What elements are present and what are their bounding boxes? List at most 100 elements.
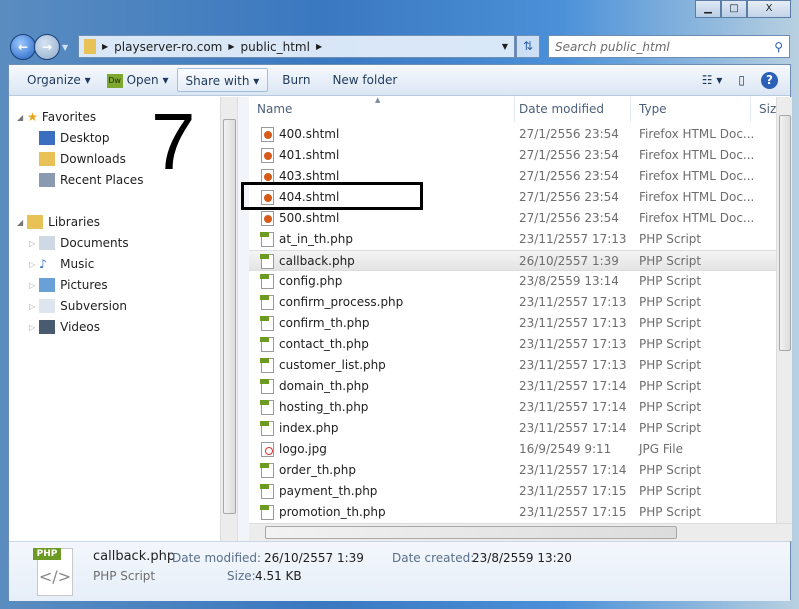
preview-pane-button[interactable]: ▯ bbox=[730, 68, 753, 92]
file-row[interactable]: 500.shtml 27/1/2556 23:54 Firefox HTML D… bbox=[249, 208, 776, 229]
firefox-html-icon bbox=[261, 211, 274, 226]
forward-button[interactable]: → bbox=[34, 34, 60, 60]
view-options-button[interactable]: ☷ ▾ bbox=[694, 68, 731, 92]
file-row[interactable]: confirm_th.php 23/11/2557 17:13 PHP Scri… bbox=[249, 313, 776, 334]
file-date: 23/11/2557 17:15 bbox=[519, 505, 627, 519]
file-type: Firefox HTML Doc... bbox=[639, 169, 755, 183]
breadcrumb-public-html[interactable]: public_html bbox=[241, 40, 310, 54]
recent-pages-dropdown[interactable]: ▼ bbox=[62, 43, 68, 52]
file-row[interactable]: customer_list.php 23/11/2557 17:13 PHP S… bbox=[249, 355, 776, 376]
file-name: customer_list.php bbox=[279, 358, 386, 372]
detail-file-type: PHP Script bbox=[93, 569, 156, 583]
file-row[interactable]: hosting_th.php 23/11/2557 17:14 PHP Scri… bbox=[249, 397, 776, 418]
column-label: Name bbox=[257, 102, 293, 116]
search-icon[interactable]: ⚲ bbox=[774, 40, 783, 54]
file-name: confirm_process.php bbox=[279, 295, 404, 309]
php-file-icon bbox=[260, 400, 274, 415]
sidebar-item-downloads[interactable]: Downloads bbox=[39, 149, 126, 169]
new-folder-button[interactable]: New folder bbox=[324, 68, 405, 92]
file-date: 16/9/2549 9:11 bbox=[519, 442, 612, 456]
minimize-button[interactable]: ▁ bbox=[695, 0, 721, 18]
sidebar-item-label: Recent Places bbox=[60, 173, 144, 187]
breadcrumb-playserver[interactable]: playserver-ro.com bbox=[114, 40, 222, 54]
help-button[interactable]: ? bbox=[753, 68, 786, 92]
file-name: 401.shtml bbox=[279, 148, 340, 162]
sidebar-item-documents[interactable]: ▷ Documents bbox=[29, 233, 129, 253]
sidebar-libraries[interactable]: ◢ Libraries bbox=[17, 212, 100, 232]
file-row[interactable]: index.php 23/11/2557 17:14 PHP Script bbox=[249, 418, 776, 439]
php-badge: PHP bbox=[33, 548, 61, 560]
back-button[interactable]: ← bbox=[10, 34, 36, 60]
file-row[interactable]: promotion_th.php 23/11/2557 17:15 PHP Sc… bbox=[249, 502, 776, 523]
column-header-size[interactable]: Size bbox=[751, 97, 776, 122]
file-row[interactable]: contact_th.php 23/11/2557 17:13 PHP Scri… bbox=[249, 334, 776, 355]
horizontal-scroll-thumb[interactable] bbox=[265, 526, 677, 539]
file-date: 23/11/2557 17:14 bbox=[519, 463, 627, 477]
breadcrumb-arrow[interactable]: ▶ bbox=[228, 42, 234, 51]
file-type: PHP Script bbox=[639, 316, 702, 330]
address-bar[interactable]: ▶ playserver-ro.com ▶ public_html ▶ ▼ bbox=[78, 35, 515, 58]
explorer-frame: Organize ▾ Dw Open ▾ Share with ▾ Burn Ne… bbox=[8, 64, 792, 601]
breadcrumb-arrow[interactable]: ▶ bbox=[316, 42, 322, 51]
folder-icon bbox=[84, 39, 96, 54]
sidebar-item-subversion[interactable]: ▷ Subversion bbox=[29, 296, 127, 316]
sidebar-item-label: Documents bbox=[60, 236, 129, 250]
file-date: 23/11/2557 17:13 bbox=[519, 232, 627, 246]
sidebar-scroll-thumb[interactable] bbox=[223, 119, 236, 514]
burn-button[interactable]: Burn bbox=[274, 68, 318, 92]
file-row[interactable]: confirm_process.php 23/11/2557 17:13 PHP… bbox=[249, 292, 776, 313]
sidebar-favorites[interactable]: ◢ ★ Favorites bbox=[17, 107, 96, 127]
address-dropdown[interactable]: ▼ bbox=[502, 42, 508, 51]
breadcrumb-arrow[interactable]: ▶ bbox=[102, 42, 108, 51]
refresh-button[interactable]: ⇅ bbox=[516, 35, 540, 58]
file-name: contact_th.php bbox=[279, 337, 369, 351]
file-name: 400.shtml bbox=[279, 127, 340, 141]
step-annotation: 7 bbox=[151, 97, 196, 186]
pane-divider[interactable] bbox=[237, 97, 249, 541]
file-row[interactable]: at_in_th.php 23/11/2557 17:13 PHP Script bbox=[249, 229, 776, 250]
search-input[interactable]: Search public_html ⚲ bbox=[548, 35, 790, 58]
close-button[interactable]: X bbox=[747, 0, 791, 18]
file-date: 23/11/2557 17:15 bbox=[519, 484, 627, 498]
file-row[interactable]: 400.shtml 27/1/2556 23:54 Firefox HTML D… bbox=[249, 124, 776, 145]
file-name: confirm_th.php bbox=[279, 316, 370, 330]
share-with-button[interactable]: Share with ▾ bbox=[176, 68, 269, 92]
dreamweaver-icon: Dw bbox=[106, 73, 123, 88]
organize-button[interactable]: Organize ▾ bbox=[19, 68, 99, 92]
sidebar-item-desktop[interactable]: Desktop bbox=[39, 128, 110, 148]
window-controls: ▁ □ X bbox=[695, 0, 791, 18]
maximize-button[interactable]: □ bbox=[721, 0, 747, 18]
sidebar-item-label: Pictures bbox=[60, 278, 108, 292]
file-row[interactable]: domain_th.php 23/11/2557 17:14 PHP Scrip… bbox=[249, 376, 776, 397]
file-list-scrollbar[interactable] bbox=[776, 97, 792, 523]
sidebar-item-pictures[interactable]: ▷ Pictures bbox=[29, 275, 108, 295]
open-button[interactable]: Dw Open ▾ bbox=[99, 68, 177, 92]
details-pane: </> PHP callback.php Date modified: 26/1… bbox=[9, 541, 790, 601]
file-row[interactable]: callback.php 26/10/2557 1:39 PHP Script bbox=[249, 250, 776, 271]
php-file-icon bbox=[260, 274, 274, 289]
file-row[interactable]: logo.jpg 16/9/2549 9:11 JPG File bbox=[249, 439, 776, 460]
php-file-icon bbox=[260, 295, 274, 310]
php-file-icon bbox=[260, 254, 274, 269]
file-list-scroll-thumb[interactable] bbox=[779, 115, 791, 351]
detail-size: 4.51 KB bbox=[255, 569, 302, 583]
file-list: Name ▲ Date modified Type Size 400.shtml … bbox=[249, 97, 776, 523]
column-header-name[interactable]: Name ▲ bbox=[249, 97, 515, 122]
file-type: PHP Script bbox=[639, 232, 702, 246]
file-row[interactable]: payment_th.php 23/11/2557 17:15 PHP Scri… bbox=[249, 481, 776, 502]
sidebar-scrollbar[interactable] bbox=[220, 97, 237, 541]
column-header-date[interactable]: Date modified bbox=[511, 97, 631, 122]
horizontal-scrollbar[interactable] bbox=[249, 523, 792, 541]
detail-date-modified-label: Date modified: bbox=[172, 551, 262, 565]
sidebar-item-videos[interactable]: ▷ Videos bbox=[29, 317, 100, 337]
php-file-icon bbox=[260, 316, 274, 331]
file-row[interactable]: order_th.php 23/11/2557 17:14 PHP Script bbox=[249, 460, 776, 481]
sidebar-item-recent-places[interactable]: Recent Places bbox=[39, 170, 143, 190]
sidebar-item-music[interactable]: ▷ ♪ Music bbox=[29, 254, 94, 274]
file-type: PHP Script bbox=[639, 254, 702, 268]
file-row[interactable]: config.php 23/8/2559 13:14 PHP Script bbox=[249, 271, 776, 292]
column-header-type[interactable]: Type bbox=[631, 97, 751, 122]
firefox-html-icon bbox=[261, 127, 274, 142]
file-row[interactable]: 401.shtml 27/1/2556 23:54 Firefox HTML D… bbox=[249, 145, 776, 166]
sidebar-item-label: Music bbox=[60, 257, 95, 271]
